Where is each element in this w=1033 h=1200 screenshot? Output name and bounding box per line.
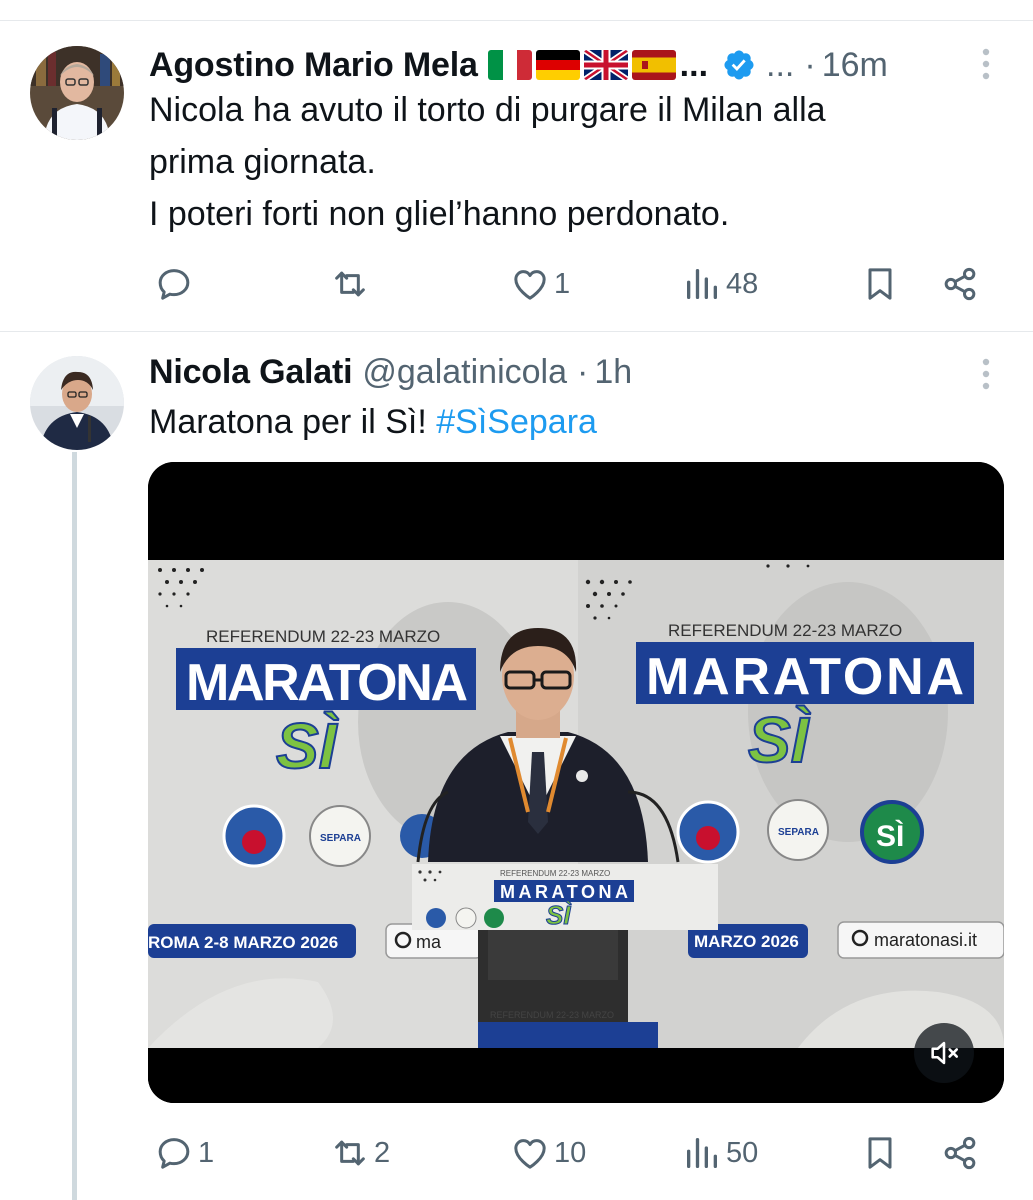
- views-chart-icon: [682, 1133, 722, 1173]
- avatar[interactable]: [30, 46, 124, 140]
- flag-italy-icon: [487, 50, 532, 80]
- timestamp[interactable]: 1h: [594, 353, 632, 392]
- flag-spain-icon: [631, 50, 676, 80]
- reply-button[interactable]: [154, 261, 198, 307]
- tweet-text-line: I poteri forti non gliel’hanno perdonato…: [149, 195, 730, 233]
- views-chart-icon: [682, 264, 722, 304]
- verified-badge-icon: [722, 48, 756, 82]
- share-button[interactable]: [940, 1130, 980, 1176]
- bookmark-button[interactable]: [860, 261, 900, 307]
- reply-button[interactable]: 1: [154, 1130, 214, 1176]
- views-button[interactable]: 50: [682, 1130, 758, 1176]
- bookmark-button[interactable]: [860, 1130, 900, 1176]
- scene-maratona-left: MARATONA: [186, 654, 468, 712]
- scene-referendum-right: REFERENDUM 22-23 MARZO: [668, 621, 902, 640]
- mute-toggle-button[interactable]: [914, 1023, 974, 1083]
- share-icon: [940, 1133, 980, 1173]
- more-options-icon[interactable]: [976, 354, 996, 394]
- scene-maratona-right: MARATONA: [646, 648, 964, 706]
- retweet-button[interactable]: 2: [330, 1130, 390, 1176]
- views-button[interactable]: 48: [682, 261, 758, 307]
- hashtag-link[interactable]: #SìSepara: [436, 403, 597, 441]
- retweet-icon: [330, 264, 370, 304]
- retweet-icon: [330, 1133, 370, 1173]
- tweet-text-line: prima giornata.: [149, 143, 376, 181]
- name-flags: [487, 50, 676, 80]
- divider: [0, 331, 1033, 332]
- heart-icon: [510, 1133, 550, 1173]
- separator: ·: [577, 352, 589, 391]
- scene-podium-si: SÌ: [546, 900, 571, 930]
- like-button[interactable]: 1: [510, 261, 570, 307]
- scene-si-left: SÌ: [276, 710, 339, 782]
- speaker-muted-icon: [927, 1036, 961, 1070]
- retweet-button[interactable]: [330, 261, 374, 307]
- author-name[interactable]: Nicola Galati: [149, 353, 353, 392]
- scene-roma-date: ROMA 2-8 MARZO 2026: [148, 933, 338, 952]
- views-count: 50: [726, 1136, 759, 1169]
- flag-uk-icon: [583, 50, 628, 80]
- scene-referendum-left: REFERENDUM 22-23 MARZO: [206, 627, 440, 646]
- bookmark-icon: [860, 264, 900, 304]
- scene-bottom-referendum: REFERENDUM 22-23 MARZO: [490, 1010, 614, 1020]
- tweet-header: Nicola Galati @galatinicola · 1h: [149, 350, 632, 394]
- avatar[interactable]: [30, 356, 124, 450]
- scene-separa-right: SEPARA: [778, 827, 819, 838]
- scene-si-logo: SÌ: [876, 819, 904, 853]
- thread-connector: [72, 452, 77, 1200]
- separator: ·: [804, 45, 816, 84]
- share-button[interactable]: [940, 261, 980, 307]
- tweet-text-body: Maratona per il Sì!: [149, 403, 437, 441]
- retweet-count: 2: [374, 1136, 391, 1169]
- name-truncation: ...: [679, 45, 709, 84]
- divider: [0, 20, 1033, 21]
- scene-url-left: ma: [416, 932, 442, 952]
- tweet-actions: 1 2 10 50: [150, 1130, 990, 1176]
- video-player[interactable]: REFERENDUM 22-23 MARZO MARATONA SÌ SEPAR…: [148, 462, 1004, 1103]
- reply-count: 1: [198, 1136, 215, 1169]
- like-count: 1: [554, 267, 571, 300]
- scene-si-right: SÌ: [748, 704, 811, 776]
- more-options-icon[interactable]: [976, 44, 996, 84]
- timeline: Agostino Mario Mela ... ... · 16m Nicola…: [0, 0, 1033, 1200]
- scene-marzo: MARZO 2026: [694, 932, 799, 951]
- tweet-text: Nicola ha avuto il torto di purgare il M…: [149, 84, 1009, 240]
- flag-germany-icon: [535, 50, 580, 80]
- like-button[interactable]: 10: [510, 1130, 586, 1176]
- views-count: 48: [726, 267, 759, 300]
- handle-truncation[interactable]: ...: [766, 46, 794, 85]
- reply-icon: [154, 1133, 194, 1173]
- scene-url-right: maratonasi.it: [874, 930, 977, 950]
- timestamp[interactable]: 16m: [822, 46, 888, 85]
- bookmark-icon: [860, 1133, 900, 1173]
- tweet-actions: 1 48: [150, 261, 990, 307]
- tweet-header: Agostino Mario Mela ... ... · 16m: [149, 43, 888, 87]
- scene-podium-referendum: REFERENDUM 22-23 MARZO: [500, 869, 610, 878]
- scene-separa-left: SEPARA: [320, 833, 361, 844]
- tweet-text-line: Nicola ha avuto il torto di purgare il M…: [149, 91, 826, 129]
- reply-icon: [154, 264, 194, 304]
- like-count: 10: [554, 1136, 587, 1169]
- author-handle[interactable]: @galatinicola: [362, 353, 567, 392]
- heart-icon: [510, 264, 550, 304]
- author-name[interactable]: Agostino Mario Mela: [149, 46, 478, 85]
- share-icon: [940, 264, 980, 304]
- tweet-text: Maratona per il Sì! #SìSepara: [149, 396, 1009, 448]
